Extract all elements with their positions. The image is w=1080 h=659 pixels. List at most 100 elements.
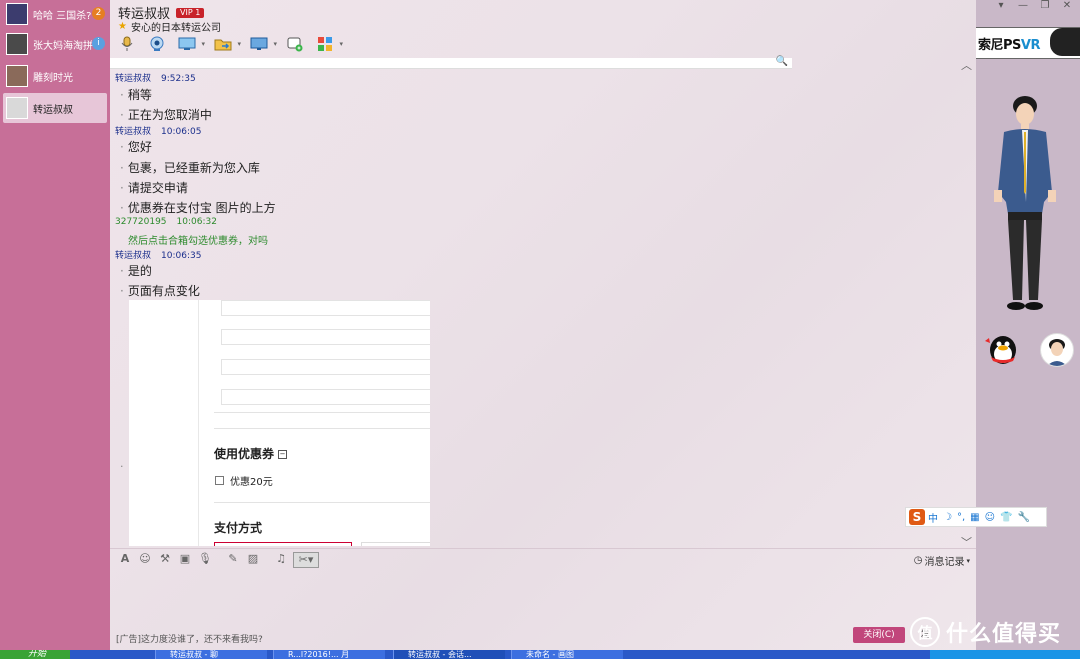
shake-icon[interactable]: ▣ — [178, 552, 192, 566]
emoji-icon[interactable]: ☺ — [985, 512, 995, 523]
start-button[interactable]: 开始 — [0, 650, 70, 659]
message-text: · 页面有点变化 — [120, 284, 200, 298]
vip-badge[interactable]: VIP 1 — [176, 7, 205, 18]
chevron-down-icon: ▾ — [339, 40, 343, 48]
avatar — [6, 65, 28, 87]
emoji-icon[interactable]: ☺ — [138, 552, 152, 566]
message-text: · 优惠券在支付宝 图片的上方 — [120, 201, 276, 215]
contact-name: 转运叔叔 — [33, 104, 73, 116]
chat-search-bar[interactable]: 🔍 — [110, 56, 792, 69]
skin-icon[interactable]: 👕 — [1000, 512, 1012, 523]
settings-icon[interactable]: 🔧 — [1018, 512, 1030, 523]
taskbar-item[interactable]: 转运叔叔 - 会话... — [393, 650, 505, 659]
remote-desktop-icon — [250, 37, 268, 50]
contact-item[interactable]: 雕刻时光 — [3, 62, 107, 90]
punctuation-icon[interactable]: °, — [957, 512, 965, 523]
system-tray[interactable] — [930, 650, 1080, 659]
contact-name: 雕刻时光 — [33, 72, 73, 84]
ime-mode-icon[interactable]: 中 — [928, 510, 938, 525]
microphone-button[interactable] — [116, 34, 138, 54]
chat-window: 转运叔叔 VIP 1 ★ 安心的日本转运公司 ▾ ▾ ▾ ▾ 🔍 ︿ 转运叔叔 … — [110, 0, 976, 650]
font-icon[interactable]: A — [118, 552, 132, 566]
star-icon: ★ — [118, 21, 127, 32]
video-icon — [150, 36, 164, 51]
taskbar-item[interactable]: R...l?2016!... 月 — [273, 650, 385, 659]
invite-icon — [287, 37, 303, 52]
avatar — [6, 97, 28, 119]
remote-desktop-button[interactable]: ▾ — [248, 34, 277, 54]
message-time: 9:52:35 — [161, 74, 196, 84]
message-history-button[interactable]: ◷ 消息记录 ▾ — [914, 553, 970, 568]
close-icon[interactable]: ✕ — [1056, 0, 1078, 12]
ad-link[interactable]: [广告]这力度没谁了，还不来看我吗? — [116, 632, 263, 645]
chevron-down-icon: ▾ — [237, 40, 241, 48]
image-icon[interactable]: ▨ — [246, 552, 260, 566]
message-text: · 包裹，已经重新为您入库 — [120, 161, 260, 175]
image-sidebar — [129, 300, 199, 546]
magic-icon[interactable]: ⚒ — [158, 552, 172, 566]
contact-item-selected[interactable]: 转运叔叔 — [3, 93, 107, 123]
moon-icon[interactable]: ☽ — [943, 512, 952, 523]
message-input[interactable] — [110, 569, 976, 629]
image-row — [221, 300, 430, 316]
image-row — [221, 389, 430, 405]
user-avatar[interactable] — [1040, 333, 1074, 367]
contact-item[interactable]: 张大妈海淘拼 i — [3, 30, 107, 58]
collapse-icon[interactable]: ︿ — [961, 57, 972, 73]
file-transfer-icon — [214, 39, 232, 51]
info-badge: i — [92, 37, 105, 50]
message-header: 327720195 10:06:32 — [115, 217, 217, 227]
dropdown-icon[interactable]: ▾ — [990, 0, 1012, 12]
image-row — [221, 359, 430, 375]
taskbar-item[interactable]: 未命名 - 画图 — [511, 650, 623, 659]
message-text: · 是的 — [120, 264, 152, 278]
qq-penguin-icon[interactable] — [983, 333, 1019, 367]
taskbar-item[interactable]: 转运叔叔 - 聊 — [155, 650, 267, 659]
message-text: 然后点击合箱勾选优惠券，对吗 — [128, 236, 268, 247]
sender-name: 转运叔叔 — [115, 74, 152, 84]
screen-share-button[interactable]: ▾ — [176, 34, 205, 54]
signature: ★ 安心的日本转运公司 — [118, 19, 221, 34]
signature-text: 安心的日本转运公司 — [130, 23, 221, 34]
vr-headset-icon — [1050, 28, 1080, 56]
video-button[interactable] — [146, 34, 168, 54]
minus-icon: − — [278, 450, 288, 459]
message-header: 转运叔叔 9:52:35 — [115, 71, 196, 84]
divider — [214, 502, 430, 503]
file-transfer-button[interactable]: ▾ — [212, 34, 241, 54]
maximize-icon[interactable]: ❐ — [1034, 0, 1056, 12]
message-text: · 请提交申请 — [120, 181, 188, 195]
message-text: · 稍等 — [120, 88, 152, 102]
music-icon[interactable]: ♫ — [274, 552, 288, 566]
divider — [214, 412, 430, 413]
watermark: 值 什么值得买 — [910, 616, 1061, 648]
coupon-title: 使用优惠券 − — [214, 447, 288, 461]
ad-banner[interactable]: 索尼PSVR — [976, 27, 1080, 59]
ad-banner-text: 索尼PSVR — [978, 38, 1040, 53]
watermark-text: 什么值得买 — [946, 622, 1062, 647]
keyboard-icon[interactable]: ▦ — [970, 512, 979, 523]
bullet: · — [120, 460, 124, 473]
message-header: 转运叔叔 10:06:35 — [115, 248, 201, 261]
minimize-icon[interactable]: — — [1012, 0, 1034, 12]
scissors-icon[interactable]: ✂▾ — [293, 552, 319, 568]
apps-button[interactable]: ▾ — [314, 34, 343, 54]
avatar-figure[interactable] — [986, 92, 1064, 326]
invite-button[interactable] — [284, 34, 306, 54]
chevron-down-icon: ▾ — [273, 40, 277, 48]
contact-item[interactable]: 哈哈 三国杀? 2 — [3, 0, 107, 28]
avatar — [6, 33, 28, 55]
message-area[interactable]: 🔍 ︿ 转运叔叔 9:52:35 · 稍等 · 正在为您取消中 转运叔叔 10:06:0… — [110, 56, 976, 548]
edit-icon[interactable]: ✎ — [226, 552, 240, 566]
contact-name: 哈哈 三国杀? — [33, 10, 92, 22]
screen-share-icon — [178, 37, 196, 50]
sender-name: 327720195 — [115, 217, 167, 227]
search-icon[interactable]: 🔍 — [776, 56, 788, 67]
sogou-logo-icon[interactable]: S — [909, 509, 925, 525]
voice-icon[interactable]: 🎙 — [198, 552, 212, 566]
message-image[interactable]: 使用优惠券 − 优惠20元 支付方式 — [129, 300, 430, 546]
payment-option — [361, 542, 430, 546]
close-button[interactable]: 关闭(C) — [853, 627, 905, 643]
avatar-icon — [1047, 339, 1067, 366]
message-time: 10:06:35 — [161, 251, 202, 261]
